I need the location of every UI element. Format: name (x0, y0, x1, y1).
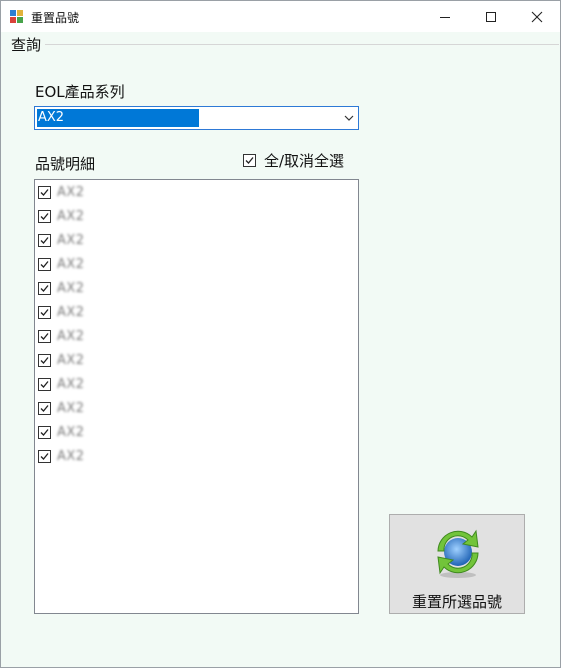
checkbox-icon (38, 377, 51, 391)
list-item-label: AX2 (57, 256, 85, 272)
checkbox-icon (38, 257, 51, 271)
list-item[interactable]: AX2 (37, 254, 85, 274)
list-item-label: AX2 (57, 280, 85, 296)
checkbox-icon (243, 153, 256, 167)
checkbox-icon (38, 281, 51, 295)
list-item[interactable]: AX2 (37, 326, 85, 346)
checkbox-icon (38, 209, 51, 223)
checkbox-icon (38, 353, 51, 367)
checkbox-icon (38, 329, 51, 343)
list-item[interactable]: AX2 (37, 446, 85, 466)
list-item[interactable]: AX2 (37, 278, 85, 298)
list-item-label: AX2 (57, 400, 85, 416)
list-item-label: AX2 (57, 448, 85, 464)
checkbox-icon (38, 233, 51, 247)
checkbox-icon (38, 401, 51, 415)
checkbox-icon (38, 305, 51, 319)
maximize-icon (486, 11, 496, 22)
select-all-label: 全/取消全選 (264, 151, 345, 170)
refresh-arrows-icon (437, 529, 479, 578)
list-item[interactable]: AX2 (37, 422, 85, 442)
list-item[interactable]: AX2 (37, 230, 85, 250)
series-selected-value: AX2 (37, 109, 199, 127)
close-button[interactable] (514, 1, 560, 32)
list-item-label: AX2 (57, 304, 85, 320)
series-label: EOL產品系列 (35, 83, 125, 101)
reset-selected-button[interactable]: 重置所選品號 (389, 514, 525, 614)
title-bar: 重置品號 (1, 1, 560, 32)
chevron-down-icon (344, 115, 354, 121)
list-item[interactable]: AX2 (37, 374, 85, 394)
list-item[interactable]: AX2 (37, 206, 85, 226)
list-item[interactable]: AX2 (37, 302, 85, 322)
details-label: 品號明細 (35, 155, 96, 173)
app-icon (10, 10, 23, 23)
maximize-button[interactable] (468, 1, 514, 32)
checkbox-icon (38, 425, 51, 439)
checkbox-icon (38, 449, 51, 463)
series-combobox[interactable]: AX2 (34, 106, 359, 130)
close-icon (531, 11, 543, 22)
list-item-label: AX2 (57, 208, 85, 224)
groupbox-border (45, 44, 559, 45)
list-item[interactable]: AX2 (37, 350, 85, 370)
query-group-label: 查詢 (11, 34, 44, 55)
item-checklist[interactable]: AX2 AX2 AX2 AX2 AX2 AX2 AX2 AX2 AX2 AX2 AX2 AX2 (34, 179, 359, 614)
window-title: 重置品號 (31, 11, 80, 25)
reset-button-label: 重置所選品號 (411, 593, 502, 611)
main-window: 重置品號 查詢 EOL產品系列 AX2 品號明細 全/取消全選 AX2 AX2 AX… (0, 0, 561, 668)
list-item-label: AX2 (57, 424, 85, 440)
list-item-label: AX2 (57, 184, 85, 200)
select-all-checkbox[interactable]: 全/取消全選 (243, 151, 345, 170)
list-item-label: AX2 (57, 352, 85, 368)
list-item-label: AX2 (57, 328, 85, 344)
checkbox-icon (38, 185, 51, 199)
list-item[interactable]: AX2 (37, 398, 85, 418)
list-item[interactable]: AX2 (37, 182, 85, 202)
minimize-button[interactable] (422, 1, 468, 32)
list-item-label: AX2 (57, 232, 85, 248)
list-item-label: AX2 (57, 376, 85, 392)
minimize-icon (440, 16, 450, 18)
